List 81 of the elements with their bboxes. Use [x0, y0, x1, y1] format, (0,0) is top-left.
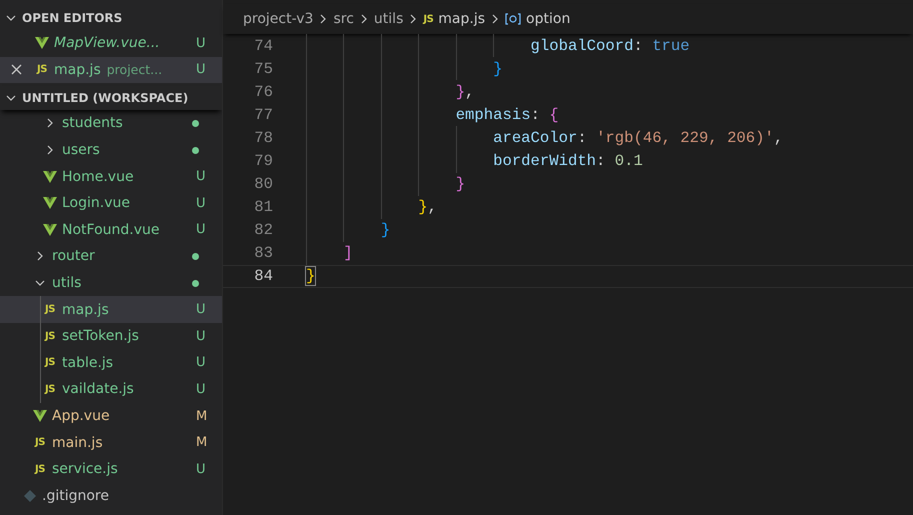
chevron-icon	[490, 14, 500, 24]
line-number: 79	[253, 152, 274, 170]
line-number: 81	[253, 198, 274, 216]
file-tree-item[interactable]: users	[0, 136, 222, 164]
breadcrumb-item[interactable]: option	[526, 11, 570, 27]
line-number: 80	[253, 175, 274, 194]
chevron-icon	[408, 14, 418, 24]
file-tree-item[interactable]: utils	[0, 270, 222, 296]
line-number: 75	[253, 60, 274, 78]
vue-file-icon	[33, 410, 47, 422]
breadcrumb-item[interactable]: project-v3	[243, 11, 314, 27]
code-line: areaColor: 'rgb(46, 229, 206)',	[493, 128, 784, 147]
git-status-label: U	[196, 462, 207, 477]
git-status-label: M	[196, 408, 208, 424]
line-number: 74	[253, 36, 274, 55]
file-tree-item[interactable]: students	[0, 110, 222, 137]
code-line: },	[456, 82, 474, 101]
code-line: ]	[343, 244, 353, 262]
code-line: emphasis: {	[456, 106, 559, 124]
git-status-label: M	[196, 435, 208, 450]
line-number: 78	[253, 128, 274, 147]
code-line: borderWidth: 0.1	[493, 152, 643, 170]
chevron-icon	[318, 14, 328, 24]
line-number: 82	[253, 221, 274, 240]
file-tree-item[interactable]: JS service.js U	[0, 456, 222, 482]
file-tree-item[interactable]: Login.vue U	[0, 190, 222, 217]
js-file-icon: JS	[45, 304, 55, 316]
code-line: globalCoord: true	[530, 36, 690, 55]
js-file-icon: JS	[45, 384, 55, 395]
js-file-icon: JS	[45, 330, 55, 342]
breadcrumb-item[interactable]: utils	[374, 11, 404, 27]
git-status-label: U	[196, 222, 207, 238]
file-tree-item[interactable]: JS main.js M	[0, 429, 222, 456]
git-status-label: U	[196, 328, 207, 344]
file-tree-item[interactable]: JS map.js U	[0, 296, 222, 323]
git-status-label: U	[196, 382, 207, 397]
vue-file-icon	[43, 224, 57, 236]
file-tree-item[interactable]: Home.vue U	[0, 163, 222, 190]
file-tree-item[interactable]: JS setToken.js U	[0, 322, 222, 350]
js-file-icon: JS	[35, 437, 45, 448]
file-tree-item[interactable]: App.vue M	[0, 402, 222, 430]
vue-file-icon	[35, 37, 49, 50]
section-header[interactable]: UNTITLED (WORKSPACE)	[0, 86, 222, 110]
line-number: 84	[253, 267, 274, 286]
file-tree-item[interactable]: NotFound.vue U	[0, 216, 222, 244]
js-file-icon: JS	[423, 14, 434, 24]
js-file-icon: JS	[45, 357, 55, 368]
git-status-label: U	[196, 302, 207, 318]
file-tree-item[interactable]: JS vaildate.js U	[0, 376, 222, 403]
line-number: 76	[253, 82, 274, 101]
diamond-icon	[24, 490, 36, 502]
chevron-icon	[6, 93, 16, 104]
open-editor-item[interactable]: JS map.js project... U	[0, 56, 222, 84]
git-status-label: U	[196, 196, 207, 211]
close-icon[interactable]	[10, 64, 22, 76]
line-number: 77	[253, 106, 274, 124]
git-status-label: U	[196, 62, 207, 78]
symbol-icon	[505, 13, 522, 25]
git-status-label: U	[196, 355, 207, 370]
code-line: }	[306, 267, 316, 286]
git-status-label: U	[196, 36, 207, 51]
file-tree-item[interactable]: router	[0, 243, 222, 270]
line-number: 83	[253, 244, 274, 262]
js-file-icon: JS	[37, 64, 47, 76]
file-path-description: project...	[106, 62, 162, 78]
code-line: }	[493, 60, 502, 78]
file-tree-item[interactable]: JS table.js U	[0, 350, 222, 376]
git-status-label: U	[196, 169, 207, 184]
section-header[interactable]: OPEN EDITORS	[0, 6, 222, 30]
open-editor-item[interactable]: MapView.vue... U	[0, 30, 222, 57]
breadcrumb-item[interactable]: src	[333, 11, 354, 27]
breadcrumb-item[interactable]: map.js	[438, 11, 486, 27]
vue-file-icon	[43, 170, 57, 183]
chevron-icon	[358, 14, 369, 24]
js-file-icon: JS	[35, 464, 45, 475]
code-line: }	[456, 175, 466, 194]
vue-file-icon	[43, 197, 57, 210]
code-line: },	[418, 198, 437, 216]
chevron-icon	[6, 13, 16, 23]
file-tree-item[interactable]: .gitignore	[0, 482, 222, 510]
code-line: }	[380, 221, 390, 240]
